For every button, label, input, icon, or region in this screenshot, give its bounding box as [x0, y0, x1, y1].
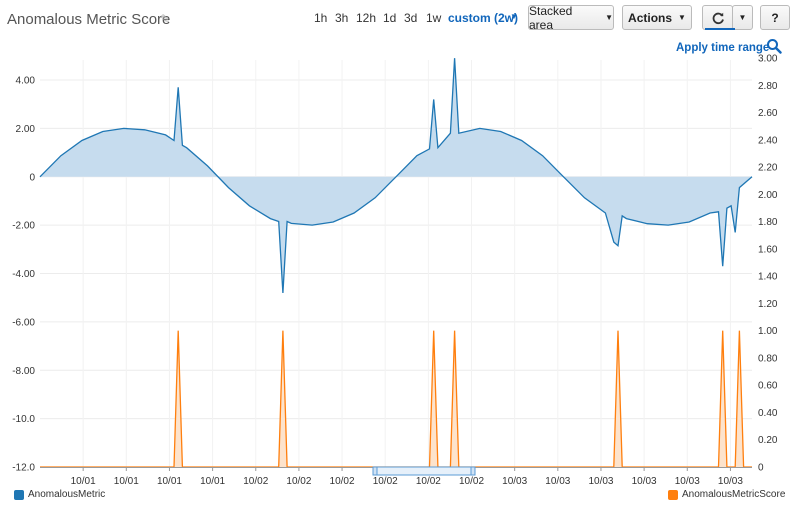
right-tick-label: 1.60 [758, 244, 778, 255]
left-tick-label: -4.00 [12, 269, 35, 280]
right-tick-label: 0.80 [758, 353, 778, 364]
left-axis: 4.00 2.00 0 -2.00 -4.00 -6.00 -8.00 -10.0 -12.0 [12, 76, 35, 474]
legend-swatch [14, 489, 24, 500]
right-tick-label: 1.40 [758, 272, 778, 283]
right-tick-label: 0.40 [758, 408, 778, 419]
brush-handle-left[interactable] [372, 466, 378, 476]
legend-item-metric[interactable]: AnomalousMetric [14, 489, 105, 500]
legend-label: AnomalousMetricScore [682, 489, 786, 500]
series-areas [39, 58, 753, 468]
series-line-score [40, 330, 752, 468]
right-tick-label: 1.80 [758, 217, 778, 228]
x-tick-label: 10/03 [675, 476, 700, 487]
x-tick-label: 10/02 [373, 476, 398, 487]
left-tick-label: 2.00 [16, 124, 36, 135]
left-tick-label: -12.0 [12, 463, 35, 474]
right-tick-label: 0.20 [758, 435, 778, 446]
right-tick-label: 1.20 [758, 299, 778, 310]
left-tick-label: -2.00 [12, 221, 35, 232]
x-tick-label: 10/03 [545, 476, 570, 487]
x-tick-label: 10/03 [632, 476, 657, 487]
legend-swatch [668, 489, 678, 500]
x-tick-label: 10/02 [330, 476, 355, 487]
x-tick-label: 10/03 [718, 476, 743, 487]
range-brush[interactable] [374, 466, 476, 476]
right-tick-label: 2.80 [758, 81, 778, 92]
chart-canvas[interactable]: 4.002.000-2.00-4.00-6.00-8.00-10.0-12.0 … [0, 0, 800, 515]
left-tick-label: 4.00 [16, 76, 36, 87]
right-tick-label: 0.60 [758, 381, 778, 392]
legend-label: AnomalousMetric [28, 489, 106, 500]
left-tick-label: -8.00 [12, 366, 35, 377]
series-area-score [40, 330, 752, 467]
x-tick-label: 10/03 [588, 476, 613, 487]
right-tick-label: 3.00 [758, 54, 778, 65]
left-tick-label: 0 [29, 172, 35, 183]
x-tick-label: 10/01 [71, 476, 96, 487]
right-axis: 3.00 2.80 2.60 2.40 2.20 2.00 1.80 1.60 1.40 1.20… [758, 54, 778, 474]
x-tick-label: 10/02 [286, 476, 311, 487]
series-area-metric [40, 58, 752, 293]
x-tick-label: 10/02 [416, 476, 441, 487]
right-tick-label: 0 [758, 463, 764, 474]
legend-item-score[interactable]: AnomalousMetricScore [668, 489, 785, 500]
right-tick-label: 2.60 [758, 108, 778, 119]
x-tick-label: 10/01 [200, 476, 225, 487]
left-tick-label: -6.00 [12, 317, 35, 328]
x-tick-label: 10/02 [459, 476, 484, 487]
right-tick-label: 2.00 [758, 190, 778, 201]
brush-handle-right[interactable] [470, 466, 476, 476]
grid [40, 60, 752, 468]
x-tick-label: 10/03 [502, 476, 527, 487]
right-tick-label: 2.40 [758, 135, 778, 146]
right-tick-label: 2.20 [758, 163, 778, 174]
left-tick-label: -10.0 [12, 414, 35, 425]
x-tick-label: 10/01 [157, 476, 182, 487]
x-tick-label: 10/02 [243, 476, 268, 487]
right-tick-label: 1.00 [758, 326, 778, 337]
x-tick-label: 10/01 [114, 476, 139, 487]
